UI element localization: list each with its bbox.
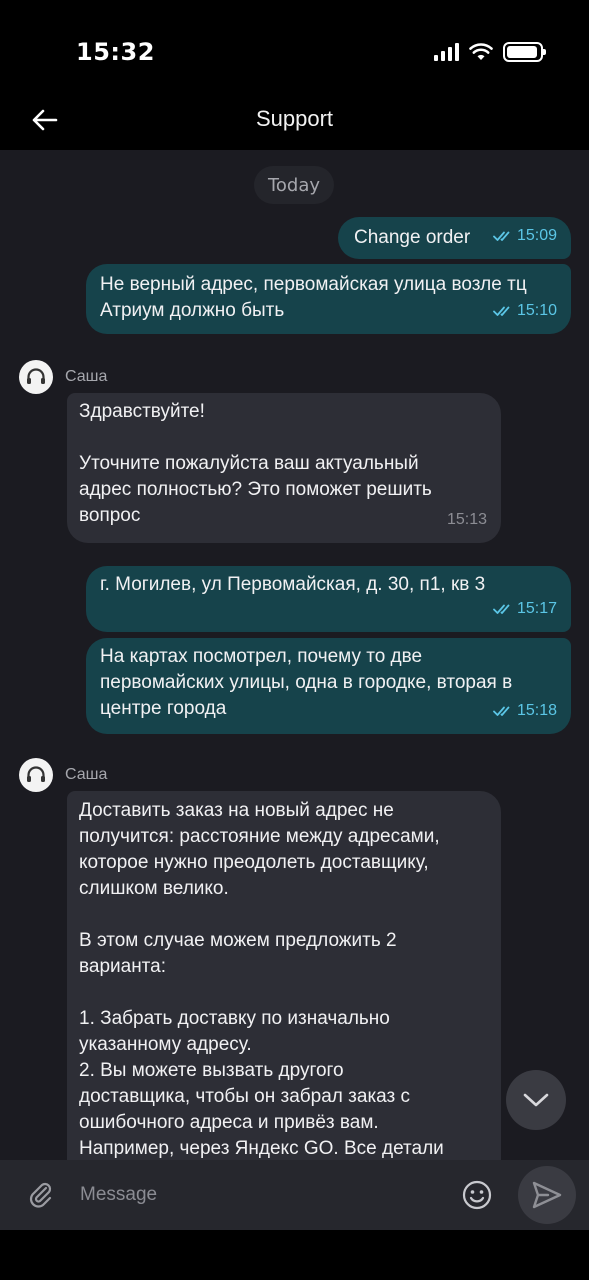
- sender-name: Саша: [65, 368, 108, 385]
- message-bubble-outgoing[interactable]: Change order 15:09: [338, 217, 571, 259]
- headset-icon: [27, 766, 45, 782]
- headset-icon: [27, 368, 45, 384]
- message-meta: 15:09: [493, 223, 557, 249]
- message-text: Не верный адрес, первомайская улица возл…: [100, 274, 527, 321]
- message-meta: 15:13: [447, 507, 487, 533]
- message-text: На картах посмотрел, почему то две перво…: [100, 646, 513, 719]
- attach-paperclip-icon: [29, 1182, 52, 1208]
- scroll-to-bottom-button[interactable]: [506, 1070, 566, 1130]
- chat-header: Support: [0, 90, 589, 150]
- message-bubble-outgoing[interactable]: Не верный адрес, первомайская улица возл…: [86, 264, 571, 334]
- message-text: Доставить заказ на новый адрес не получи…: [79, 800, 444, 1159]
- message-input[interactable]: [80, 1175, 450, 1215]
- cellular-signal-icon: [434, 43, 459, 61]
- message-bubble-incoming[interactable]: Здравствуйте! Уточните пожалуйста ваш ак…: [67, 393, 501, 543]
- sender-header: Саша: [19, 360, 107, 394]
- status-icons: [434, 42, 546, 62]
- message-bubble-outgoing[interactable]: г. Могилев, ул Первомайская, д. 30, п1, …: [86, 566, 571, 632]
- page-title: Support: [255, 106, 334, 131]
- message-time: 15:18: [516, 702, 557, 719]
- message-bubble-incoming[interactable]: Доставить заказ на новый адрес не получи…: [67, 791, 501, 1160]
- message-time: 15:10: [516, 302, 557, 319]
- status-bar: 15:32: [0, 0, 589, 90]
- send-icon: [532, 1181, 562, 1209]
- home-indicator-area: [0, 1230, 589, 1280]
- message-time: 15:17: [516, 600, 557, 617]
- emoji-button[interactable]: [458, 1176, 496, 1214]
- date-divider: Today: [254, 166, 334, 204]
- read-ticks-icon: [493, 231, 510, 241]
- message-time: 15:09: [516, 227, 557, 244]
- sender-header: Саша: [19, 758, 107, 792]
- message-bubble-outgoing[interactable]: На картах посмотрел, почему то две перво…: [86, 638, 571, 734]
- avatar[interactable]: [19, 360, 53, 394]
- send-button[interactable]: [518, 1166, 576, 1224]
- wifi-icon: [469, 43, 493, 60]
- chevron-down-icon: [523, 1093, 549, 1107]
- message-composer: [0, 1160, 589, 1230]
- avatar[interactable]: [19, 758, 53, 792]
- read-ticks-icon: [493, 604, 510, 614]
- message-text: г. Могилев, ул Первомайская, д. 30, п1, …: [100, 574, 486, 595]
- status-time: 15:32: [76, 38, 155, 66]
- message-meta: 15:17: [493, 596, 557, 622]
- message-time: 15:13: [446, 511, 487, 528]
- message-text: Здравствуйте! Уточните пожалуйста ваш ак…: [79, 401, 432, 526]
- emoji-icon: [462, 1180, 492, 1210]
- attach-button[interactable]: [20, 1174, 60, 1214]
- read-ticks-icon: [493, 306, 510, 316]
- read-ticks-icon: [493, 706, 510, 716]
- sender-name: Саша: [65, 766, 108, 783]
- message-meta: 15:18: [493, 698, 557, 724]
- battery-icon: [503, 42, 546, 62]
- message-meta: 15:10: [493, 298, 557, 324]
